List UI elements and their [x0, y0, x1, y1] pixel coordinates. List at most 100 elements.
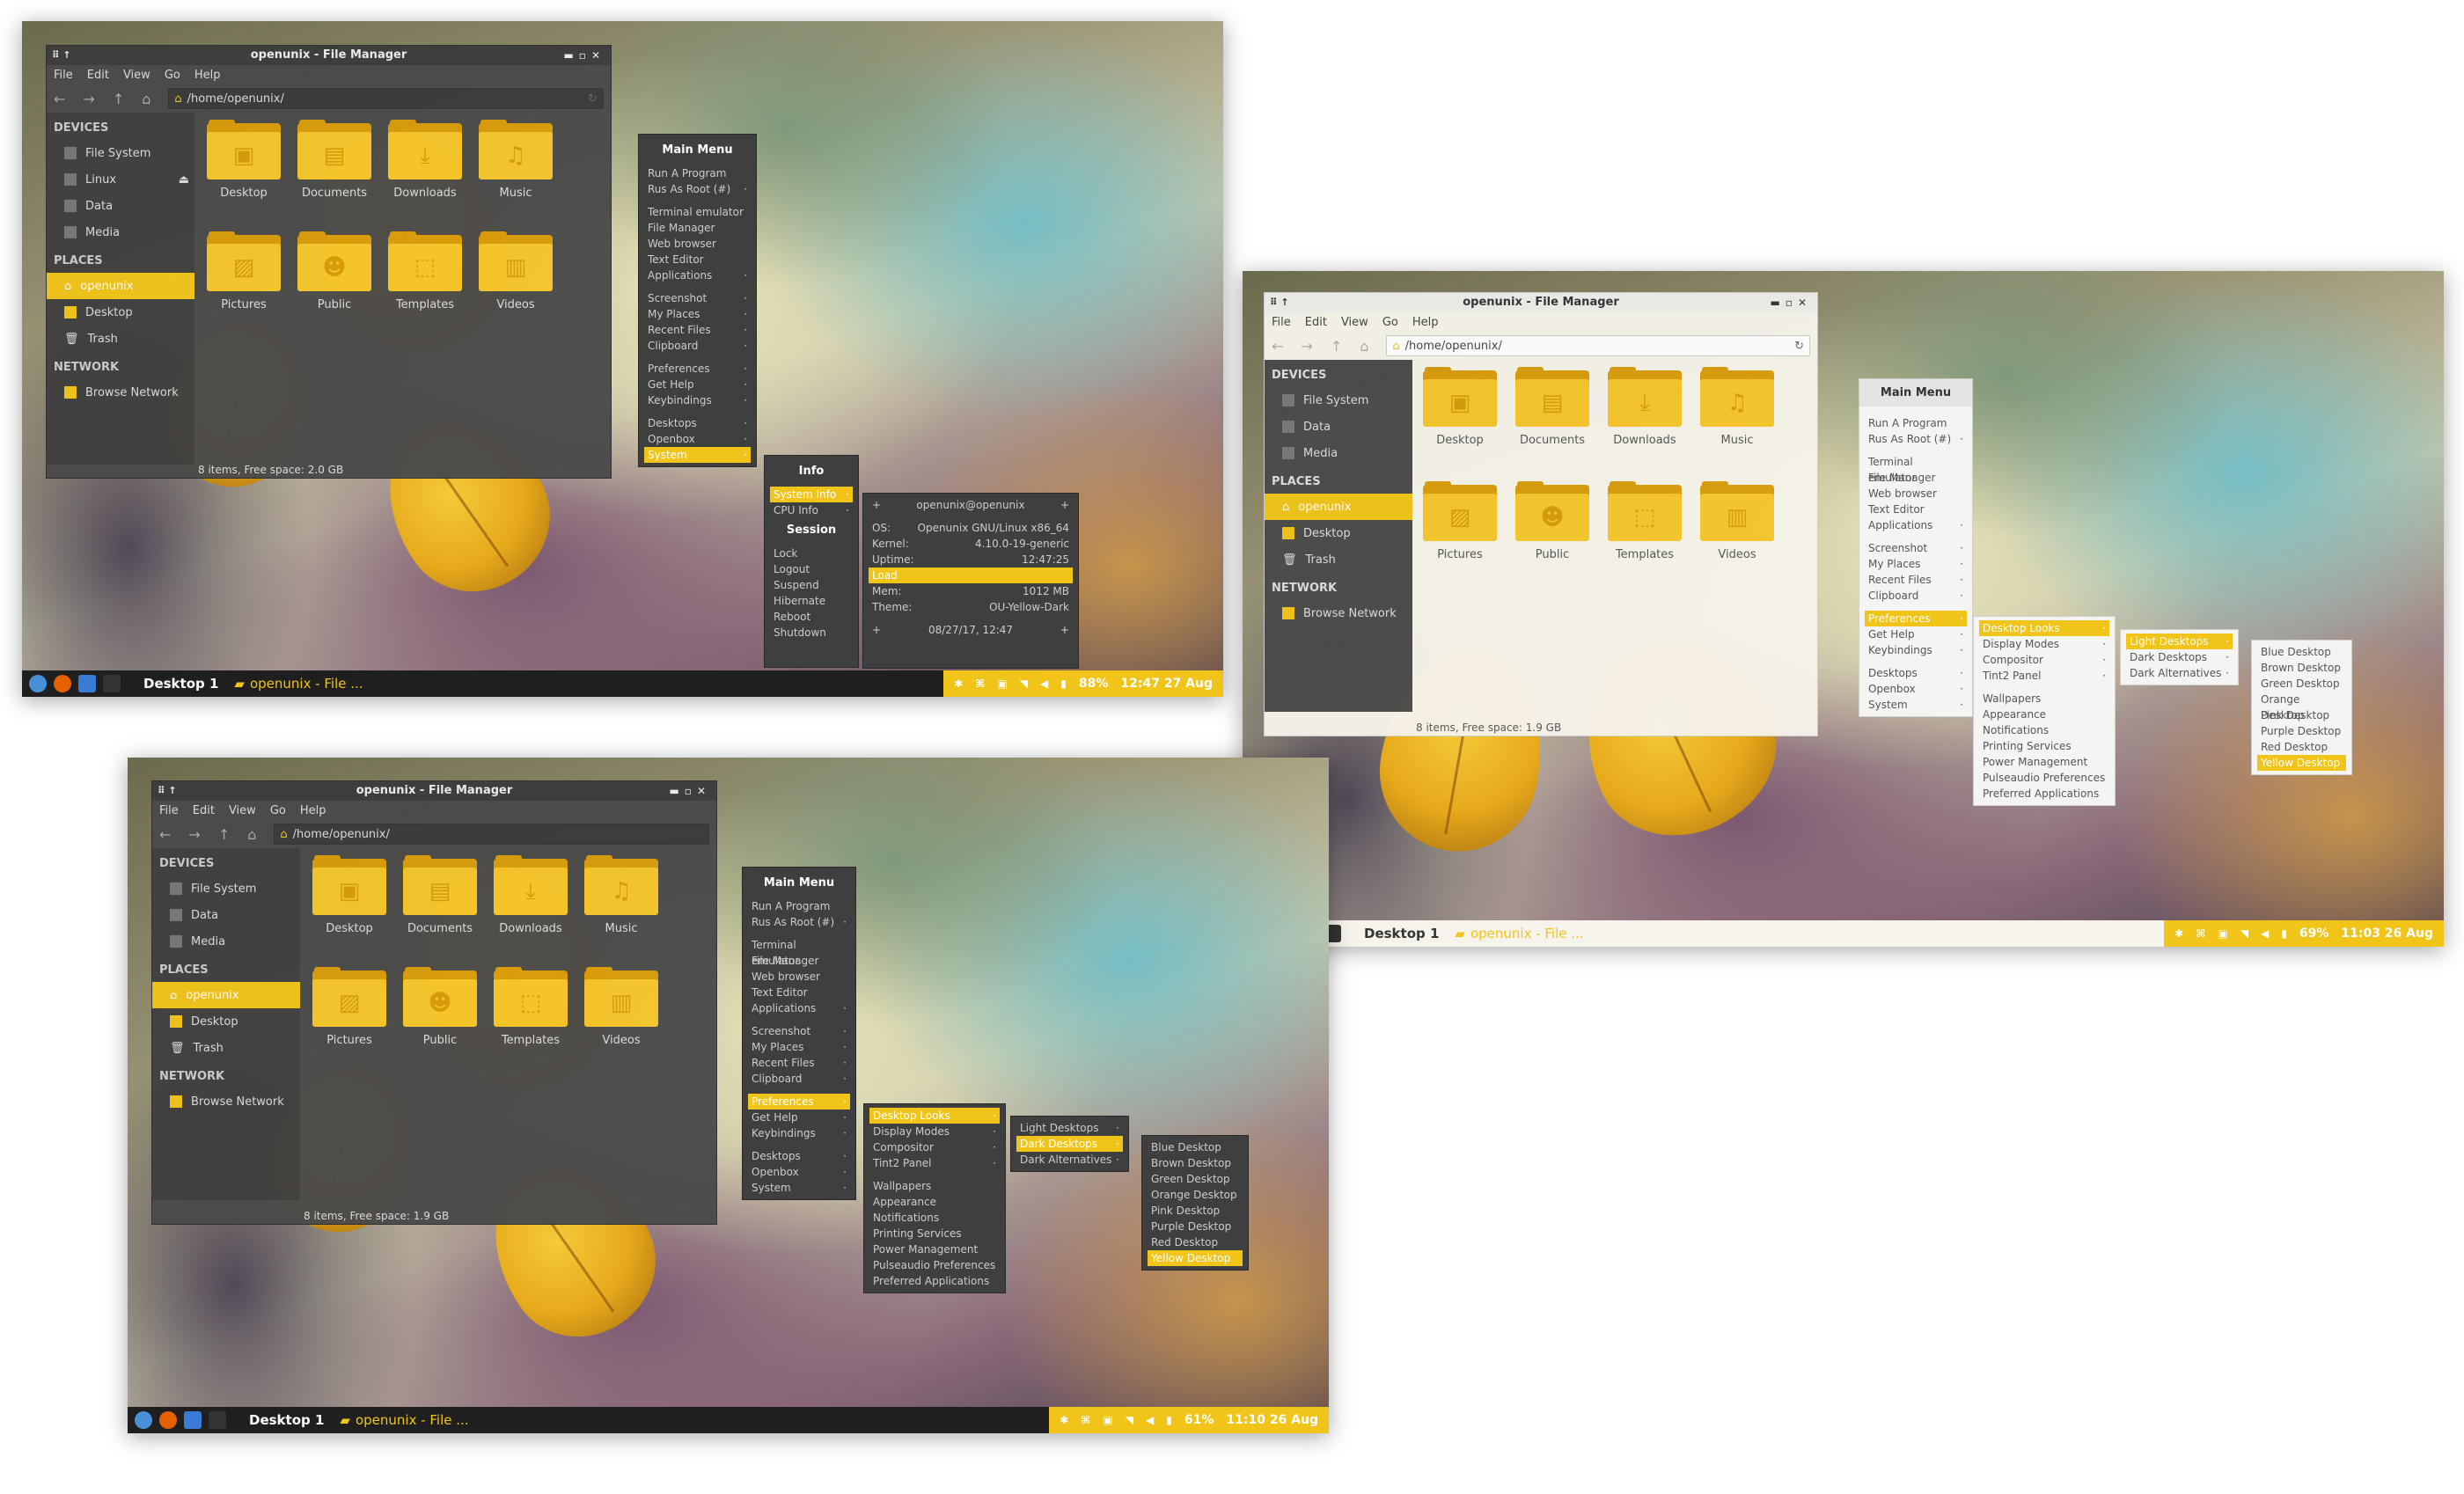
- folder-pictures[interactable]: ▨ Pictures: [309, 967, 390, 1047]
- menu-item[interactable]: File Manager: [748, 953, 850, 969]
- menu-item[interactable]: Blue Desktop: [2257, 644, 2346, 660]
- menu-item-selected[interactable]: Yellow Desktop: [2257, 755, 2346, 771]
- menu-item[interactable]: Brown Desktop: [2257, 660, 2346, 676]
- menu-item[interactable]: Power Management: [1979, 754, 2109, 770]
- bluetooth-icon[interactable]: ✱: [1060, 1414, 1068, 1426]
- back-icon[interactable]: ←: [1272, 338, 1283, 355]
- folder-templates[interactable]: ⬚ Templates: [1604, 481, 1685, 561]
- clock[interactable]: 11:03 26 Aug: [2341, 926, 2433, 941]
- menu-item[interactable]: Run A Program: [644, 165, 751, 181]
- menu-item[interactable]: Terminal emulator: [748, 937, 850, 967]
- menu-item[interactable]: Wallpapers: [1979, 691, 2109, 707]
- menu-item[interactable]: Preferred Applications: [869, 1273, 1000, 1289]
- clock[interactable]: 11:10 26 Aug: [1226, 1413, 1318, 1427]
- menu-item[interactable]: Notifications: [869, 1210, 1000, 1226]
- menu-view[interactable]: View: [123, 69, 150, 82]
- menu-item[interactable]: Preferred Applications: [1979, 786, 2109, 802]
- wifi-icon[interactable]: ◥: [1126, 1414, 1133, 1426]
- menu-item[interactable]: System ·: [1865, 697, 1967, 713]
- menu-item[interactable]: Get Help ·: [644, 377, 751, 392]
- menu-item[interactable]: Applications ·: [1865, 517, 1967, 533]
- up-icon[interactable]: ↑: [113, 91, 124, 107]
- menu-item[interactable]: Text Editor: [748, 985, 850, 1000]
- reload-icon[interactable]: ↻: [1794, 340, 1804, 353]
- clipboard-icon[interactable]: ▣: [997, 677, 1007, 690]
- menu-item[interactable]: Recent Files ·: [1865, 572, 1967, 588]
- sysinfo-user[interactable]: + openunix@openunix +: [869, 497, 1073, 513]
- folder-public[interactable]: ☻ Public: [400, 967, 480, 1047]
- folder-documents[interactable]: ▤ Documents: [294, 120, 375, 200]
- menu-item[interactable]: Green Desktop: [1148, 1171, 1243, 1187]
- menu-item-selected[interactable]: Desktop Looks ·: [1979, 620, 2109, 636]
- menu-item[interactable]: My Places ·: [1865, 556, 1967, 572]
- menu-item[interactable]: Brown Desktop: [1148, 1155, 1243, 1171]
- menu-item[interactable]: Rus As Root (#) ·: [748, 914, 850, 930]
- window-titlebar[interactable]: ⠿ ↑ openunix - File Manager ▬▫✕: [152, 781, 716, 801]
- menu-item[interactable]: Tint2 Panel ·: [869, 1155, 1000, 1171]
- menu-item[interactable]: Pink Desktop: [2257, 707, 2346, 723]
- menu-item[interactable]: Reboot: [770, 609, 853, 625]
- file-manager-icon[interactable]: [184, 1411, 202, 1429]
- menu-item[interactable]: Get Help ·: [1865, 626, 1967, 642]
- sidebar-item-file-system[interactable]: File System: [47, 140, 194, 166]
- menu-go[interactable]: Go: [270, 804, 286, 817]
- menu-go[interactable]: Go: [1382, 316, 1398, 329]
- folder-public[interactable]: ☻ Public: [294, 231, 375, 311]
- taskbar-task[interactable]: ▰ openunix - File ...: [340, 1412, 468, 1428]
- menu-item[interactable]: Openbox ·: [748, 1164, 850, 1180]
- desktop-label[interactable]: Desktop 1: [1364, 926, 1439, 941]
- window-controls[interactable]: ▬▫✕: [669, 781, 711, 801]
- folder-documents[interactable]: ▤ Documents: [1512, 367, 1593, 447]
- menu-item[interactable]: Preferences ·: [644, 361, 751, 377]
- taskbar-task[interactable]: ▰ openunix - File ...: [234, 676, 363, 692]
- menu-item[interactable]: Red Desktop: [2257, 739, 2346, 755]
- sidebar-item-desktop[interactable]: Desktop: [47, 299, 194, 326]
- menu-item[interactable]: Light Desktops ·: [1016, 1120, 1123, 1136]
- folder-templates[interactable]: ⬚ Templates: [490, 967, 571, 1047]
- menu-item-selected[interactable]: Preferences ·: [748, 1094, 850, 1110]
- menu-item[interactable]: CPU Info ·: [770, 502, 853, 518]
- menu-help[interactable]: Help: [194, 69, 221, 82]
- home-icon[interactable]: ⌂: [1360, 338, 1368, 355]
- menu-item[interactable]: Compositor ·: [1979, 652, 2109, 668]
- window-controls[interactable]: ▬▫✕: [1770, 293, 1812, 312]
- sidebar-item-data[interactable]: Data: [152, 902, 300, 928]
- sysinfo-date[interactable]: +08/27/17, 12:47 +: [869, 622, 1073, 638]
- sidebar-item-desktop[interactable]: Desktop: [1265, 520, 1412, 546]
- menu-item[interactable]: Pink Desktop: [1148, 1203, 1243, 1219]
- menu-item[interactable]: Dark Desktops ·: [2126, 649, 2233, 665]
- sidebar-item-browse-network[interactable]: Browse Network: [47, 379, 194, 406]
- location-bar[interactable]: ⌂ /home/openunix/ ↻: [1386, 335, 1810, 356]
- menu-item[interactable]: My Places ·: [748, 1039, 850, 1055]
- menu-item[interactable]: Clipboard ·: [748, 1071, 850, 1087]
- volume-icon[interactable]: ◀: [1040, 677, 1048, 690]
- menu-go[interactable]: Go: [165, 69, 180, 82]
- sidebar-item-trash[interactable]: 🗑 Trash: [1265, 546, 1412, 573]
- menu-item-selected[interactable]: Yellow Desktop: [1148, 1250, 1243, 1266]
- menu-item[interactable]: Display Modes ·: [1979, 636, 2109, 652]
- menu-item[interactable]: Clipboard ·: [644, 338, 751, 354]
- folder-videos[interactable]: ▥ Videos: [1697, 481, 1778, 561]
- menu-item[interactable]: Rus As Root (#) ·: [1865, 431, 1967, 447]
- location-bar[interactable]: ⌂ /home/openunix/ ↻: [168, 88, 604, 109]
- taskbar-task[interactable]: ▰ openunix - File ...: [1455, 926, 1583, 941]
- desktop-label[interactable]: Desktop 1: [143, 676, 218, 692]
- sysinfo-mem[interactable]: Mem: 1012 MB: [869, 583, 1073, 599]
- menu-item[interactable]: Desktops ·: [748, 1148, 850, 1164]
- window-controls[interactable]: ▬▫✕: [563, 46, 605, 65]
- menu-item[interactable]: Pulseaudio Preferences: [869, 1257, 1000, 1273]
- menu-item[interactable]: Dark Alternatives ·: [2126, 665, 2233, 681]
- folder-music[interactable]: ♫ Music: [581, 855, 662, 935]
- sidebar-item-file-system[interactable]: File System: [152, 875, 300, 902]
- clock[interactable]: 12:47 27 Aug: [1120, 677, 1213, 691]
- menu-item[interactable]: Text Editor: [644, 252, 751, 267]
- menu-view[interactable]: View: [1341, 316, 1368, 329]
- attachment-icon[interactable]: ⌘: [975, 677, 985, 690]
- menu-item[interactable]: Screenshot ·: [748, 1023, 850, 1039]
- menu-item[interactable]: Tint2 Panel ·: [1979, 668, 2109, 684]
- menu-edit[interactable]: Edit: [87, 69, 109, 82]
- menu-item[interactable]: Recent Files ·: [644, 322, 751, 338]
- eject-icon[interactable]: ⏏: [179, 173, 189, 187]
- folder-desktop[interactable]: ▣ Desktop: [309, 855, 390, 935]
- file-manager-icon[interactable]: [78, 675, 96, 692]
